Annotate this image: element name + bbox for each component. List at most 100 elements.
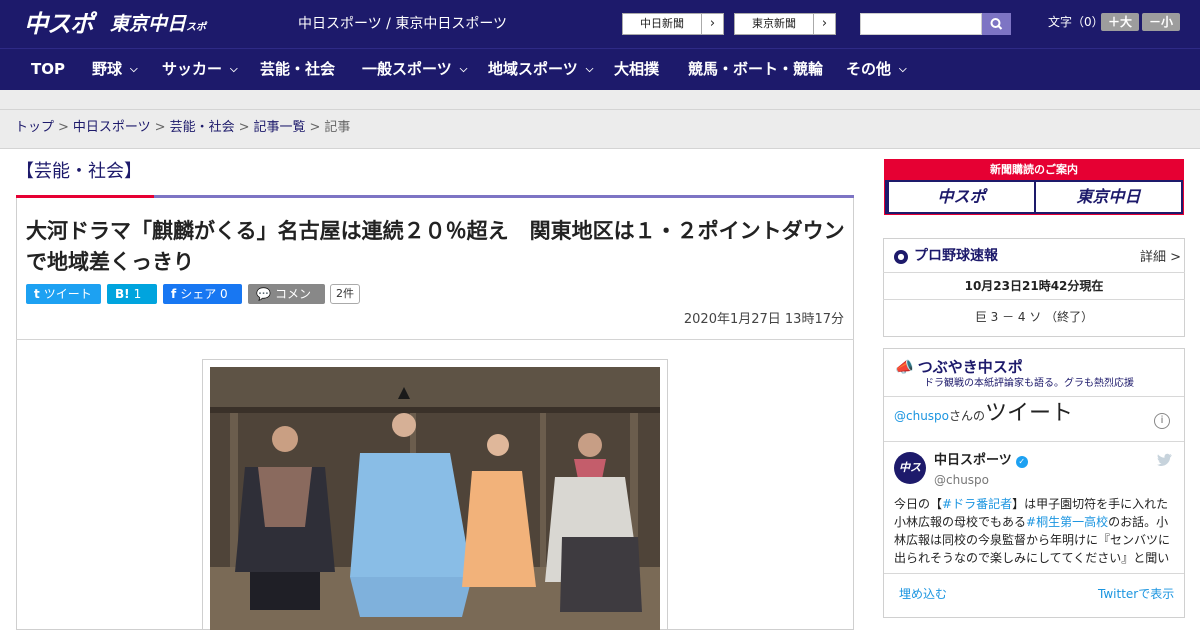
baseball-detail-link[interactable]: 詳細 >	[1140, 246, 1181, 265]
tokyo-chunichi-subscribe-link[interactable]: 東京中日	[1036, 182, 1181, 212]
tweet-text: 今日の【#ドラ番記者】は甲子園切符を手に入れた小林広報の母校でもある#桐生第一高…	[894, 495, 1176, 567]
chevron-down-icon: ⌵	[230, 64, 238, 75]
embed-link[interactable]: 埋め込む	[899, 586, 947, 602]
tweet-account-name-text: 中日スポーツ	[934, 453, 1012, 468]
hatena-icon: B!	[115, 287, 130, 301]
breadcrumb-link-chunichi-sports[interactable]: 中日スポーツ	[73, 120, 151, 135]
tweets-header-san: さんの	[949, 409, 986, 423]
baseball-score[interactable]: 巨 3 － 4 ソ （終了）	[883, 309, 1185, 325]
article-headline: 大河ドラマ「麒麟がくる」名古屋は連続２０％超え 関東地区は１・２ポイントダウンで…	[26, 219, 845, 274]
nav-item-entertainment[interactable]: 芸能・社会	[260, 49, 335, 90]
nav-label: 大相撲	[614, 60, 660, 78]
avatar[interactable]: 中スポ	[894, 452, 926, 506]
category-title: 【芸能・社会】	[16, 161, 142, 182]
chunichi-shimbun-label: 中日新聞	[640, 17, 684, 30]
hashtag-link[interactable]: #桐生第一高校	[1026, 515, 1108, 529]
divider	[16, 339, 854, 340]
font-size-smaller-button[interactable]: －小	[1142, 13, 1180, 31]
tweet-text-part: 今日の【	[894, 497, 943, 511]
nav-label: サッカー	[162, 60, 223, 78]
twitter-bird-icon-svg	[1157, 453, 1172, 466]
megaphone-icon: 📣	[895, 358, 914, 376]
tweet-account-name[interactable]: 中日スポーツ ✓	[934, 453, 1028, 469]
comment-count-badge[interactable]: 2件	[330, 284, 360, 304]
tokyo-shimbun-link[interactable]: 東京新聞 ›	[734, 13, 836, 35]
chevron-down-icon: ⌵	[585, 64, 594, 75]
chevron-down-icon: ⌵	[899, 64, 907, 75]
breadcrumb-link-entertainment[interactable]: 芸能・社会	[170, 120, 235, 135]
breadcrumb-separator: >	[154, 120, 166, 135]
twitter-icon: t	[34, 287, 40, 301]
divider	[884, 573, 1184, 574]
hatena-count: 1	[133, 287, 142, 301]
site-header: 中スポ 東京中日スポーツ 中日スポーツ / 東京中日スポーツ 中日新聞 › 東京…	[0, 0, 1200, 63]
divider	[884, 396, 1184, 397]
chuspo-logo[interactable]: 中スポ	[24, 9, 102, 39]
font-size-larger-button[interactable]: ＋大	[1101, 13, 1139, 31]
baseball-scores-title-text: プロ野球速報	[914, 248, 998, 264]
comment-icon: 💬	[256, 287, 271, 301]
breadcrumb-current: 記事	[324, 120, 351, 135]
nav-item-racing[interactable]: 競馬・ボート・競輪	[688, 49, 823, 90]
chevron-down-icon: ⌵	[130, 64, 138, 75]
nav-label: 地域スポーツ	[488, 60, 578, 78]
tokyo-shimbun-label: 東京新聞	[752, 17, 796, 30]
nav-item-baseball[interactable]: 野球 ⌵	[92, 49, 138, 90]
breadcrumb-separator: >	[309, 120, 321, 135]
nav-item-soccer[interactable]: サッカー ⌵	[162, 49, 238, 90]
breadcrumb-separator: >	[58, 120, 69, 135]
nav-item-general-sports[interactable]: 一般スポーツ ⌵	[362, 49, 467, 90]
view-on-twitter-link[interactable]: Twitterで表示	[1098, 586, 1174, 602]
search-button[interactable]	[982, 13, 1011, 35]
verified-icon: ✓	[1015, 456, 1028, 468]
nav-label: 一般スポーツ	[362, 60, 452, 78]
nav-item-sumo[interactable]: 大相撲	[614, 49, 659, 90]
chuspo-subscribe-link[interactable]: 中スポ	[889, 182, 1034, 212]
main-nav: TOP 野球 ⌵ サッカー ⌵ 芸能・社会 一般スポーツ ⌵ 地域スポーツ ⌵ 大相撲 …	[0, 48, 1200, 90]
chevron-down-icon: ⌵	[459, 64, 468, 75]
font-size-label: 文字（0）	[1048, 15, 1104, 29]
breadcrumb: トップ > 中日スポーツ > 芸能・社会 > 記事一覧 > 記事	[15, 118, 350, 138]
nav-item-other[interactable]: その他 ⌵	[846, 49, 907, 90]
baseball-icon: ●	[894, 250, 908, 264]
nav-label: 芸能・社会	[260, 60, 336, 78]
nav-label: 競馬・ボート・競輪	[688, 60, 824, 78]
nav-label: その他	[846, 60, 892, 78]
tokyo-logo-text: 東京中日	[110, 13, 187, 35]
search-icon	[990, 18, 1003, 30]
facebook-share-label: シェア 0	[180, 287, 228, 301]
subscription-ad[interactable]: 新聞購読のご案内 中スポ 東京中日	[884, 159, 1184, 215]
comment-button[interactable]: 💬 コメント	[248, 284, 325, 321]
tokyo-chunichi-logo[interactable]: 東京中日スポーツ	[110, 11, 210, 63]
site-name: 中日スポーツ / 東京中日スポーツ	[298, 16, 508, 32]
article-photo[interactable]	[210, 367, 660, 630]
tweets-header: @chuspoさんのツイート	[894, 401, 1074, 426]
nav-item-local-sports[interactable]: 地域スポーツ ⌵	[488, 49, 593, 90]
hashtag-link[interactable]: #ドラ番記者	[942, 497, 1012, 511]
twitter-handle-link[interactable]: @chuspo	[894, 409, 949, 423]
info-icon[interactable]: i	[1154, 413, 1170, 429]
breadcrumb-link-article-list[interactable]: 記事一覧	[254, 120, 306, 135]
facebook-share-button[interactable]: f シェア 0	[163, 284, 242, 304]
nav-label: 野球	[92, 60, 123, 78]
twitter-bird-icon[interactable]	[1156, 453, 1172, 471]
chunichi-shimbun-link[interactable]: 中日新聞 ›	[622, 13, 724, 35]
baseball-scores-title: ● プロ野球速報	[894, 246, 998, 266]
tweet-account-handle[interactable]: @chuspo	[934, 472, 989, 488]
twitter-panel-title-text: つぶやき中スポ	[917, 358, 1023, 376]
hatena-bookmark-button[interactable]: B! 1	[107, 284, 157, 304]
tweet-button[interactable]: t ツイート	[26, 284, 101, 304]
tweet-label: ツイート	[43, 287, 92, 301]
header-spacer	[0, 90, 1200, 110]
breadcrumb-separator: >	[238, 120, 250, 135]
search-input[interactable]	[860, 13, 982, 35]
chevron-right-icon: ›	[813, 14, 835, 34]
tweets-header-label: ツイート	[985, 401, 1074, 426]
chevron-right-icon: ›	[701, 14, 723, 34]
publish-date: 2020年1月27日 13時17分	[683, 312, 844, 327]
nav-label: TOP	[31, 60, 65, 78]
breadcrumb-link-top[interactable]: トップ	[15, 120, 54, 135]
subscription-ad-title: 新聞購読のご案内	[885, 160, 1183, 180]
nav-item-top[interactable]: TOP	[31, 49, 65, 90]
facebook-icon: f	[171, 287, 177, 301]
